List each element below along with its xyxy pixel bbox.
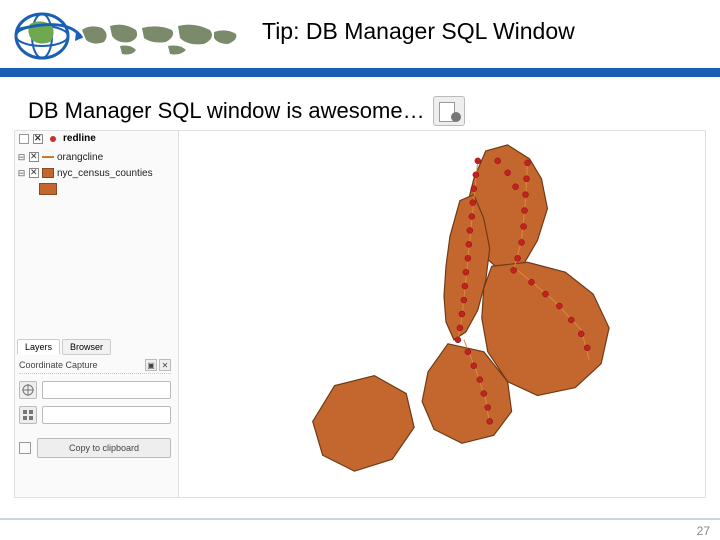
coordinate-capture-title-bar: Coordinate Capture ▣ ✕ xyxy=(19,359,171,374)
coord-row-2 xyxy=(19,406,171,424)
start-capture-checkbox[interactable] xyxy=(19,442,31,454)
layers-panel: redline ⊟ orangcline ⊟ nyc_census_counti… xyxy=(15,131,179,497)
worldmap-icon xyxy=(80,20,240,60)
layers-panel-header: redline xyxy=(19,133,96,144)
layer-tree: ⊟ orangcline ⊟ nyc_census_counties xyxy=(17,149,153,197)
panel-undock-icon[interactable]: ▣ xyxy=(145,359,157,371)
tree-expander-icon[interactable]: ⊟ xyxy=(17,168,26,179)
tree-expander-icon[interactable]: ⊟ xyxy=(17,152,26,163)
coord-input-2[interactable] xyxy=(42,406,171,424)
subtitle-text: DB Manager SQL window is awesome… xyxy=(28,98,425,124)
layer-name: orangcline xyxy=(57,152,103,163)
coord-row-1 xyxy=(19,381,171,399)
copy-to-clipboard-button[interactable]: Copy to clipboard xyxy=(37,438,171,458)
globe-icon xyxy=(10,8,88,64)
layer-tree-row[interactable]: ⊟ orangcline xyxy=(17,149,153,165)
layer-name: nyc_census_counties xyxy=(57,168,153,179)
panel-close-icon[interactable]: ✕ xyxy=(159,359,171,371)
layer-visibility-checkbox[interactable] xyxy=(29,152,39,162)
title-underline xyxy=(0,68,720,77)
counties-legend-swatch-icon xyxy=(39,183,57,195)
layer-visibility-checkbox[interactable] xyxy=(33,134,43,144)
orangeline-swatch-icon xyxy=(42,152,54,162)
layer-symbol-row xyxy=(17,181,153,197)
slide-header: Tip: DB Manager SQL Window xyxy=(0,0,720,78)
subtitle-row: DB Manager SQL window is awesome… xyxy=(28,96,465,126)
layer-visibility-checkbox[interactable] xyxy=(29,168,39,178)
coord-input-1[interactable] xyxy=(42,381,171,399)
map-canvas[interactable] xyxy=(179,131,705,497)
page-number: 27 xyxy=(697,524,710,538)
panel-menu-icon[interactable] xyxy=(19,134,29,144)
redline-swatch-icon xyxy=(47,134,59,144)
tracking-button[interactable] xyxy=(19,406,37,424)
layer-name[interactable]: redline xyxy=(63,133,96,144)
footer-divider xyxy=(0,518,720,520)
coordinate-capture-panel: Coordinate Capture ▣ ✕ Copy xyxy=(19,359,171,458)
logo-area xyxy=(10,6,240,64)
panel-tabs: Layers Browser xyxy=(17,339,111,355)
map-svg xyxy=(179,131,705,497)
tab-browser[interactable]: Browser xyxy=(62,339,111,355)
copy-row: Copy to clipboard xyxy=(19,438,171,458)
layer-tree-row[interactable]: ⊟ nyc_census_counties xyxy=(17,165,153,181)
crs-picker-button[interactable] xyxy=(19,381,37,399)
qgis-screenshot: redline ⊟ orangcline ⊟ nyc_census_counti… xyxy=(14,130,706,498)
slide-title: Tip: DB Manager SQL Window xyxy=(262,18,575,45)
sql-window-icon xyxy=(433,96,465,126)
tab-layers[interactable]: Layers xyxy=(17,339,60,355)
counties-swatch-icon xyxy=(42,168,54,178)
coordinate-capture-title: Coordinate Capture xyxy=(19,360,98,370)
